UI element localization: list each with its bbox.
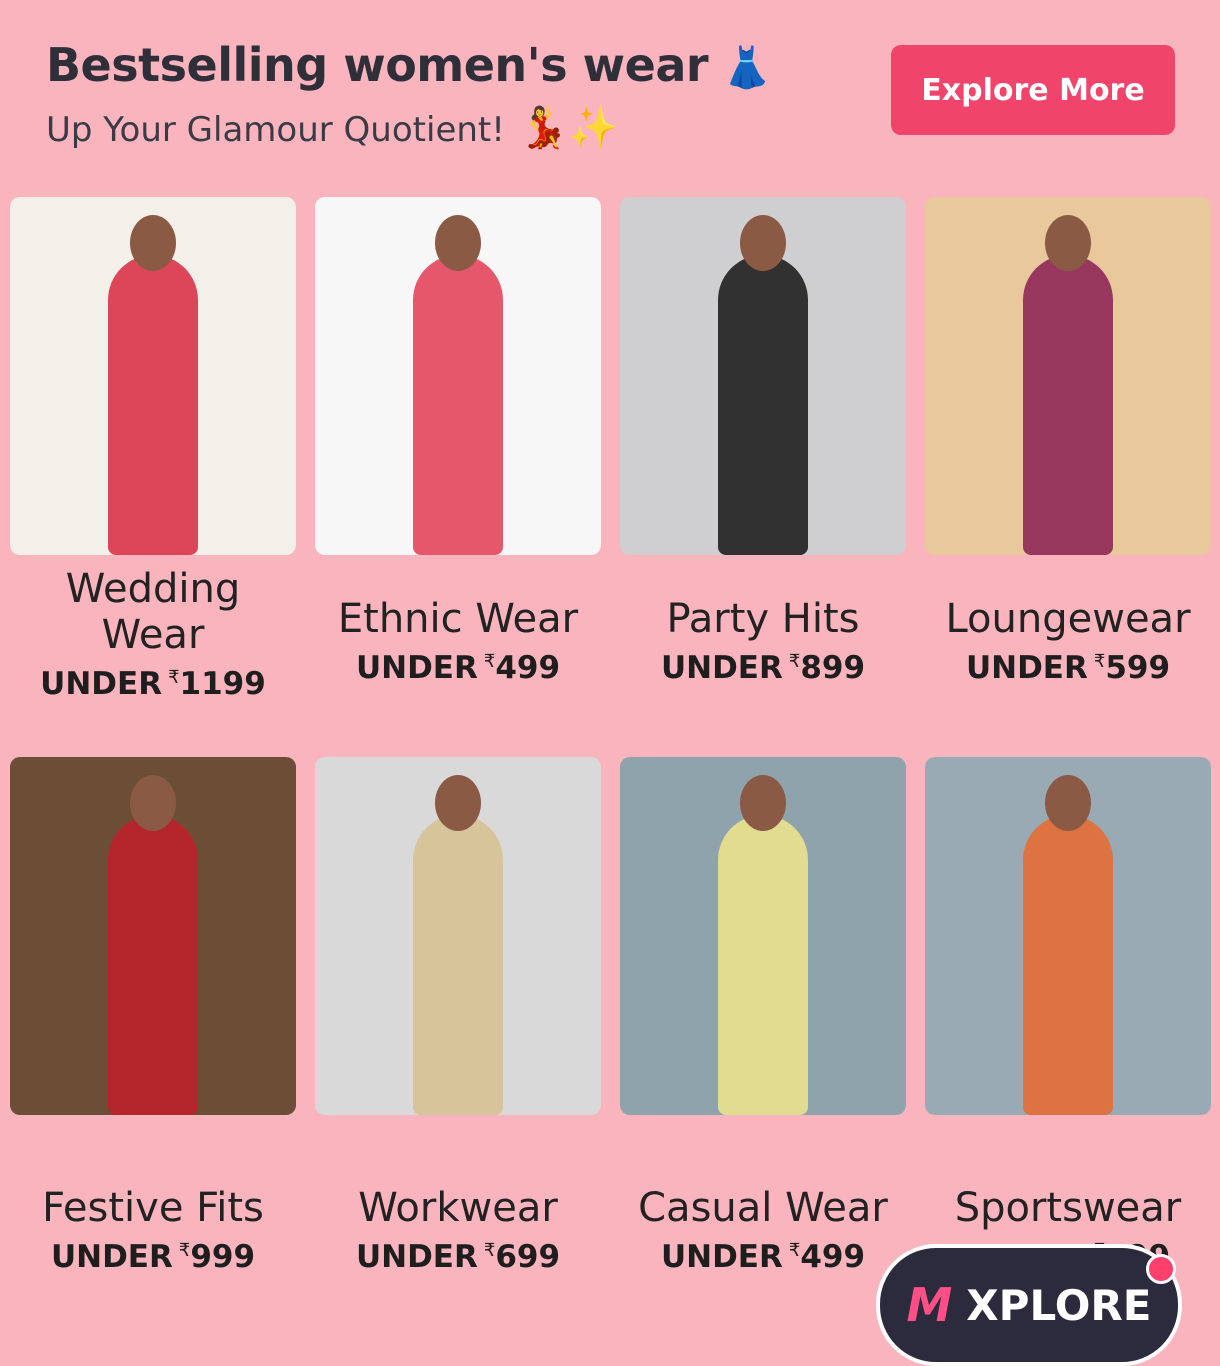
- category-card[interactable]: Party Hits UNDER ₹899: [620, 197, 906, 686]
- model-figure: [1023, 255, 1113, 555]
- model-head: [740, 215, 786, 271]
- xplore-label: XPLORE: [966, 1280, 1152, 1330]
- xplore-button[interactable]: M XPLORE: [876, 1244, 1182, 1366]
- category-name[interactable]: Sportswear: [915, 1185, 1220, 1231]
- category-price: UNDER ₹699: [305, 1239, 611, 1275]
- model-head: [130, 775, 176, 831]
- price-value: 699: [495, 1239, 561, 1275]
- category-image[interactable]: [10, 197, 296, 555]
- category-price: UNDER ₹1199: [10, 666, 296, 702]
- category-image[interactable]: [315, 197, 601, 555]
- rupee-icon: ₹: [483, 650, 496, 672]
- section-header: Bestselling women's wear 👗 Up Your Glamou…: [46, 38, 866, 151]
- category-image[interactable]: [10, 757, 296, 1115]
- price-prefix: UNDER: [50, 1239, 173, 1275]
- rupee-icon: ₹: [178, 1239, 191, 1261]
- category-name[interactable]: Casual Wear: [610, 1185, 916, 1231]
- category-caption: Workwear UNDER ₹699: [305, 1185, 611, 1275]
- category-price: UNDER ₹999: [0, 1239, 306, 1275]
- rupee-icon: ₹: [788, 650, 801, 672]
- myntra-logo-icon: M: [906, 1278, 953, 1332]
- dancer-sparkles-icon: 💃✨: [518, 105, 619, 151]
- category-name[interactable]: Wedding Wear: [53, 566, 253, 658]
- price-prefix: UNDER: [40, 666, 163, 702]
- category-name[interactable]: Festive Fits: [0, 1185, 306, 1231]
- rupee-icon: ₹: [1093, 650, 1106, 672]
- category-caption: Festive Fits UNDER ₹999: [0, 1185, 306, 1275]
- price-prefix: UNDER: [660, 650, 783, 686]
- category-image[interactable]: [315, 757, 601, 1115]
- dress-icon: 👗: [722, 45, 772, 91]
- category-name[interactable]: Party Hits: [610, 596, 916, 642]
- category-caption: Wedding Wear UNDER ₹1199: [10, 566, 296, 702]
- explore-more-button[interactable]: Explore More: [891, 45, 1175, 135]
- model-figure: [413, 255, 503, 555]
- section-subtitle: Up Your Glamour Quotient! 💃✨: [46, 104, 866, 151]
- model-head: [1045, 775, 1091, 831]
- model-figure: [1023, 815, 1113, 1115]
- category-card[interactable]: Wedding Wear UNDER ₹1199: [10, 197, 296, 702]
- price-value: 599: [1105, 650, 1171, 686]
- price-value: 499: [495, 650, 561, 686]
- category-name[interactable]: Ethnic Wear: [305, 596, 611, 642]
- category-image[interactable]: [925, 757, 1211, 1115]
- rupee-icon: ₹: [788, 1239, 801, 1261]
- price-value: 1199: [179, 666, 266, 702]
- category-image[interactable]: [925, 197, 1211, 555]
- section-subtitle-text: Up Your Glamour Quotient!: [46, 110, 505, 150]
- category-card[interactable]: Loungewear UNDER ₹599: [925, 197, 1211, 686]
- notification-dot: [1146, 1254, 1176, 1284]
- model-figure: [718, 255, 808, 555]
- category-name[interactable]: Workwear: [305, 1185, 611, 1231]
- category-caption: Ethnic Wear UNDER ₹499: [305, 596, 611, 686]
- category-name[interactable]: Loungewear: [915, 596, 1220, 642]
- price-value: 999: [190, 1239, 256, 1275]
- category-caption: Loungewear UNDER ₹599: [915, 596, 1220, 686]
- price-value: 899: [800, 650, 866, 686]
- category-card[interactable]: Casual Wear UNDER ₹499: [620, 757, 906, 1275]
- category-card[interactable]: Ethnic Wear UNDER ₹499: [315, 197, 601, 686]
- model-figure: [108, 815, 198, 1115]
- rupee-icon: ₹: [168, 666, 180, 688]
- category-price: UNDER ₹499: [305, 650, 611, 686]
- model-figure: [413, 815, 503, 1115]
- price-prefix: UNDER: [355, 650, 478, 686]
- price-prefix: UNDER: [355, 1239, 478, 1275]
- category-caption: Casual Wear UNDER ₹499: [610, 1185, 916, 1275]
- model-head: [435, 215, 481, 271]
- category-price: UNDER ₹899: [610, 650, 916, 686]
- model-head: [435, 775, 481, 831]
- category-image[interactable]: [620, 197, 906, 555]
- category-card[interactable]: Workwear UNDER ₹699: [315, 757, 601, 1275]
- category-card[interactable]: SportswearUNDER₹599: [925, 757, 1211, 1275]
- model-figure: [718, 815, 808, 1115]
- price-prefix: UNDER: [965, 650, 1088, 686]
- price-prefix: UNDER: [660, 1239, 783, 1275]
- rupee-icon: ₹: [483, 1239, 496, 1261]
- model-head: [1045, 215, 1091, 271]
- category-image[interactable]: [620, 757, 906, 1115]
- section-title-text: Bestselling women's wear: [46, 38, 709, 92]
- model-figure: [108, 255, 198, 555]
- category-card[interactable]: Festive Fits UNDER ₹999: [10, 757, 296, 1275]
- category-price: UNDER ₹499: [610, 1239, 916, 1275]
- price-value: 499: [800, 1239, 866, 1275]
- section-title: Bestselling women's wear 👗: [46, 38, 866, 92]
- model-head: [740, 775, 786, 831]
- category-price: UNDER₹599: [915, 650, 1220, 686]
- model-head: [130, 215, 176, 271]
- category-caption: Party Hits UNDER ₹899: [610, 596, 916, 686]
